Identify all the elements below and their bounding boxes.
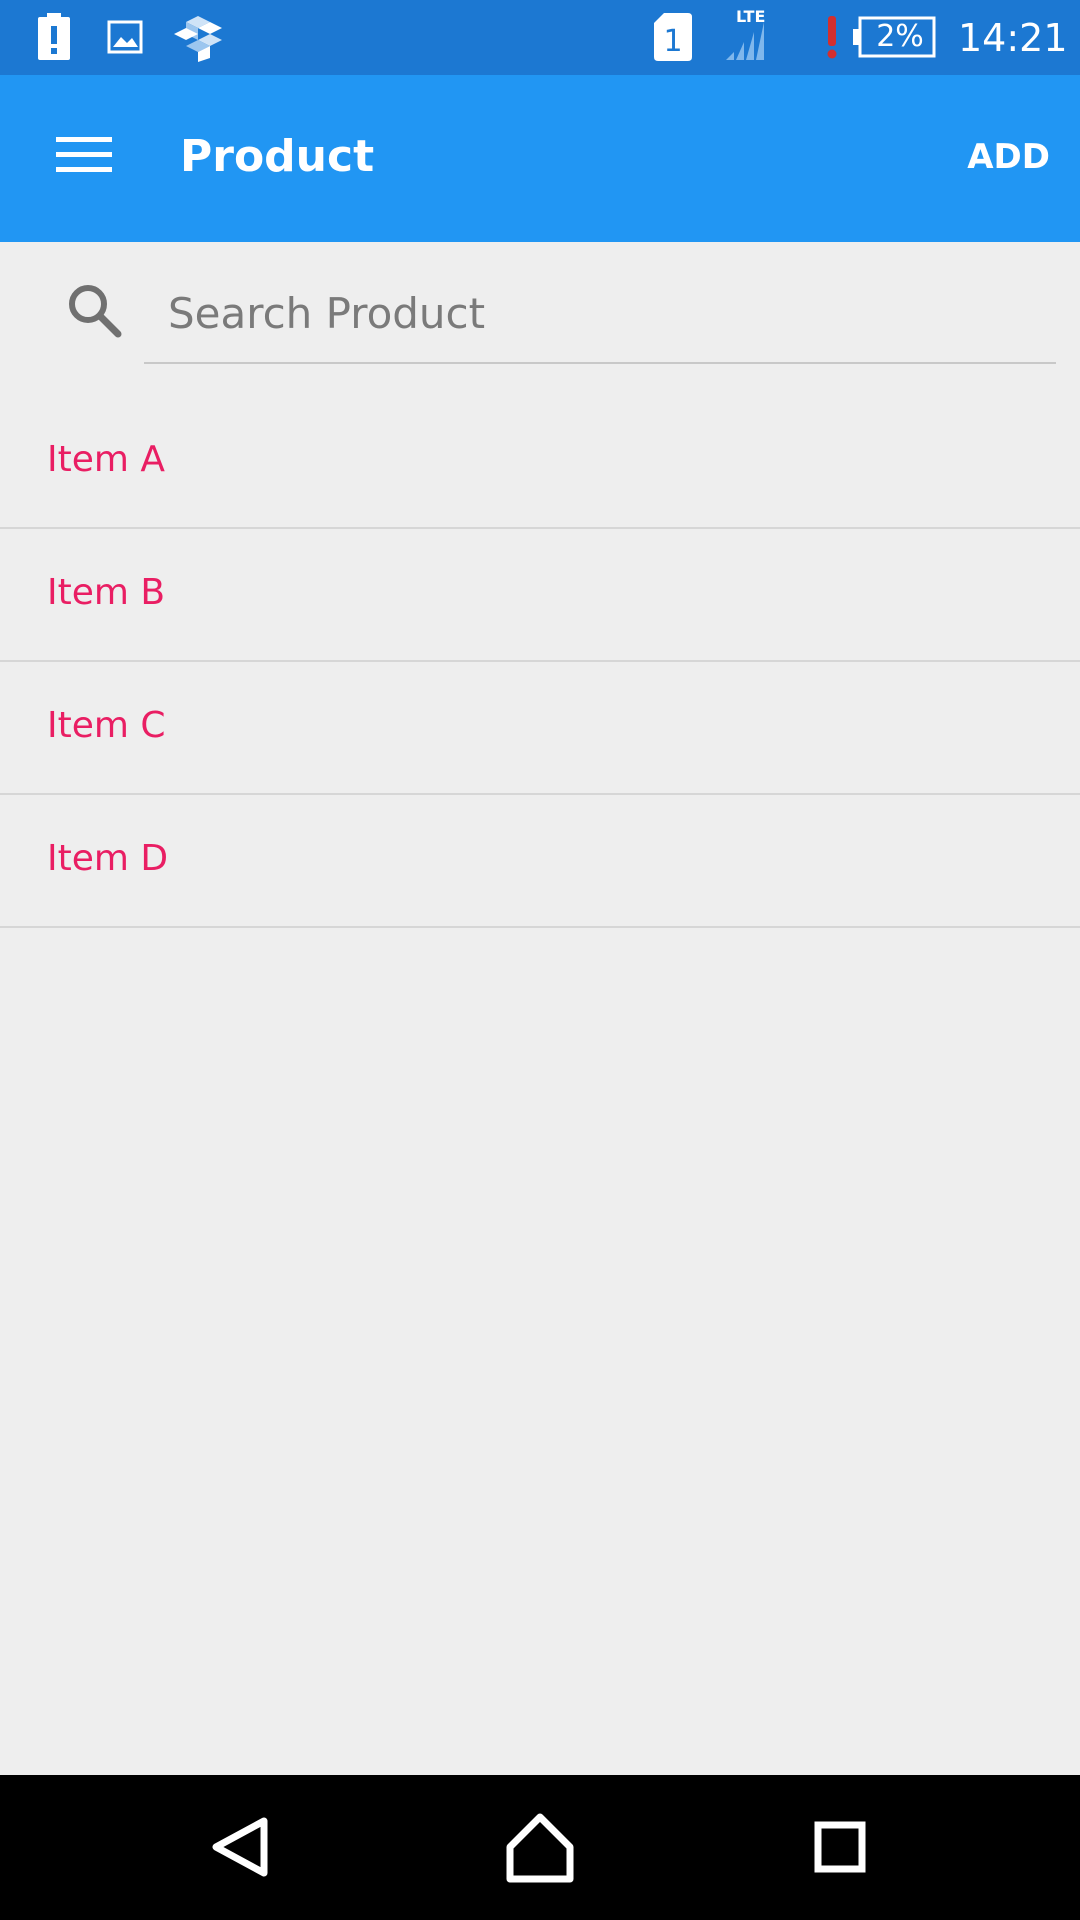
navigation-bar <box>0 1775 1080 1920</box>
app-bar: Product ADD <box>0 75 1080 242</box>
home-icon <box>506 1813 574 1883</box>
clock: 14:21 <box>958 16 1068 60</box>
search-bar <box>0 242 1080 382</box>
list-item-label: Item D <box>47 838 169 879</box>
back-button[interactable] <box>192 1797 292 1897</box>
search-input[interactable] <box>144 264 1056 364</box>
battery-alert-icon <box>38 13 70 60</box>
list-item-label: Item C <box>47 705 166 746</box>
page-title: Product <box>180 131 375 182</box>
app-cluster-icon <box>174 16 222 62</box>
list-item[interactable]: Item D <box>0 795 1080 928</box>
battery-percent: 2% <box>876 19 924 54</box>
search-icon <box>69 285 122 338</box>
list-item[interactable]: Item B <box>0 529 1080 662</box>
recents-icon <box>814 1821 866 1873</box>
list-item[interactable]: Item C <box>0 662 1080 795</box>
warning-icon <box>827 16 837 59</box>
menu-button[interactable] <box>40 121 128 191</box>
hamburger-menu-icon <box>56 137 112 172</box>
add-button[interactable]: ADD <box>967 131 1050 183</box>
home-button[interactable] <box>490 1797 590 1897</box>
gallery-icon <box>107 20 143 54</box>
list-item[interactable]: Item A <box>0 396 1080 529</box>
recents-button[interactable] <box>790 1797 890 1897</box>
list-item-label: Item B <box>47 572 166 613</box>
list-item-label: Item A <box>47 439 166 480</box>
product-list: Item A Item B Item C Item D <box>0 396 1080 928</box>
status-bar: 1 LTE 2% 14:21 <box>0 0 1080 75</box>
signal-icon: LTE <box>726 8 765 60</box>
sim-card-icon: 1 <box>654 13 692 61</box>
back-icon <box>212 1817 268 1877</box>
network-type-label: LTE <box>736 8 765 26</box>
sim-slot-number: 1 <box>663 24 682 59</box>
